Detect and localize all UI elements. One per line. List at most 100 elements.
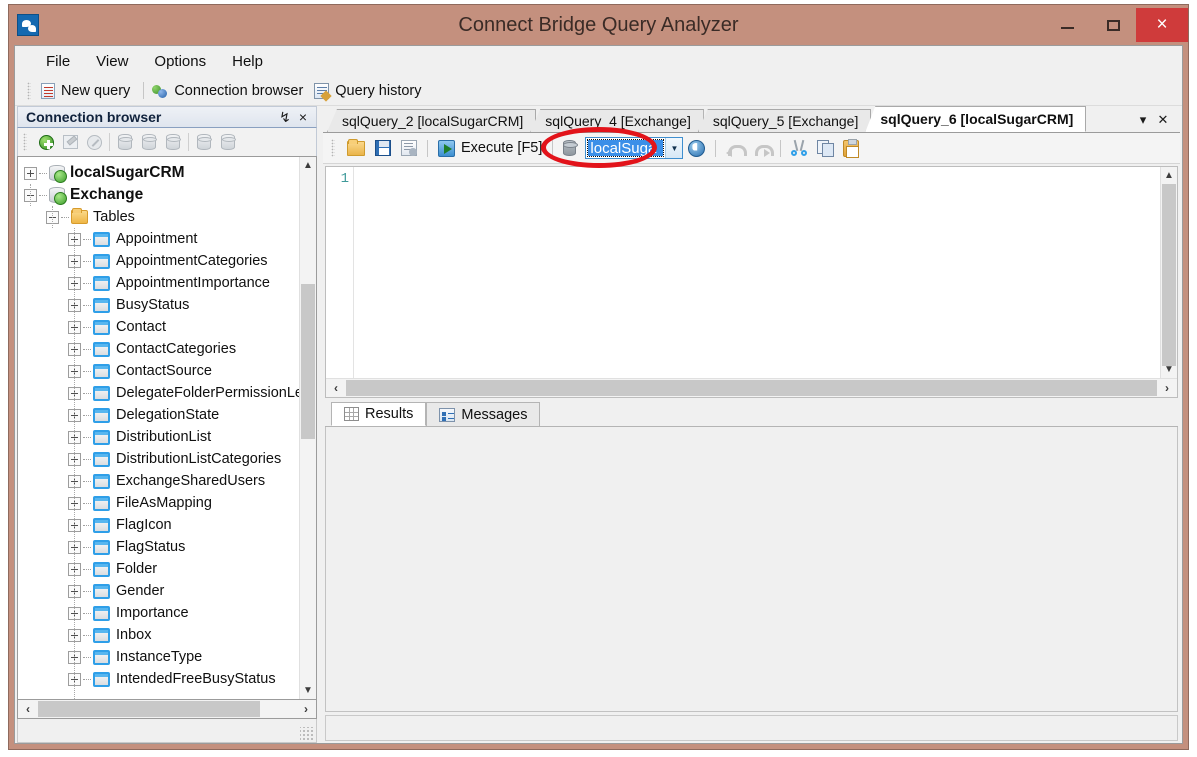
save-all-button[interactable] [396, 136, 422, 161]
tree-scroll-right-icon[interactable]: › [296, 700, 316, 718]
tree-node[interactable]: DistributionList [18, 426, 299, 448]
query-tab-3[interactable]: sqlQuery_6 [localSugarCRM] [865, 106, 1087, 132]
query-history-button[interactable]: Query history [311, 81, 429, 101]
tab-results[interactable]: Results [331, 402, 427, 426]
editor-scroll-left-icon[interactable]: ‹ [326, 379, 346, 397]
delete-connection-button[interactable] [82, 131, 106, 153]
tree-connector [83, 634, 91, 636]
sql-editor-input[interactable] [354, 167, 1160, 378]
tree-node[interactable]: AppointmentCategories [18, 250, 299, 272]
tree-node[interactable]: DelegationState [18, 404, 299, 426]
tree-hscroll-track[interactable] [38, 700, 296, 718]
save-button[interactable] [370, 136, 396, 161]
new-query-button[interactable]: New query [38, 81, 138, 101]
menu-item-file[interactable]: File [33, 50, 83, 73]
expand-icon[interactable] [24, 166, 37, 180]
editor-horizontal-scrollbar[interactable]: ‹ › [326, 378, 1177, 397]
tree-vertical-scrollbar[interactable]: ▲ ▼ [299, 157, 316, 699]
undo-button[interactable] [721, 136, 748, 161]
editor-hscroll-track[interactable] [346, 379, 1157, 397]
paste-button[interactable] [838, 136, 864, 161]
editor-scroll-right-icon[interactable]: › [1157, 379, 1177, 397]
editor-scroll-up-icon[interactable]: ▲ [1161, 167, 1177, 184]
execute-label: Execute [F5] [461, 140, 543, 156]
copy-button[interactable] [812, 136, 838, 161]
tree-node-label: ContactSource [116, 363, 212, 379]
edit-connection-button[interactable] [58, 131, 82, 153]
query-toolbar-grip[interactable] [331, 139, 335, 157]
editor-vscroll-thumb[interactable] [1162, 184, 1176, 366]
close-panel-icon[interactable]: × [294, 108, 312, 126]
editor-vscroll-track[interactable] [1161, 184, 1177, 366]
tab-close-icon[interactable]: ✕ [1154, 111, 1172, 129]
connection-browser-panel: Connection browser ↯ × localSugarCRM Exc… [17, 106, 317, 743]
pin-icon[interactable]: ↯ [276, 108, 294, 126]
maximize-button[interactable] [1090, 8, 1136, 42]
editor-hscroll-thumb[interactable] [346, 380, 1157, 396]
tree-node[interactable]: Folder [18, 558, 299, 580]
query-tab-1[interactable]: sqlQuery_4 [Exchange] [530, 109, 704, 132]
tree-scroll-left-icon[interactable]: ‹ [18, 700, 38, 718]
tab-messages[interactable]: Messages [426, 402, 541, 426]
toolbar-grip[interactable] [27, 81, 31, 100]
add-connection-button[interactable] [34, 131, 58, 153]
editor-vertical-scrollbar[interactable]: ▲ ▼ [1160, 167, 1177, 378]
tree-vscroll-thumb[interactable] [301, 284, 315, 439]
menu-item-help[interactable]: Help [219, 50, 276, 73]
tree-vscroll-track[interactable] [300, 174, 316, 682]
tree-node[interactable]: Inbox [18, 624, 299, 646]
tree-horizontal-scrollbar[interactable]: ‹ › [17, 700, 317, 719]
execute-button[interactable]: Execute [F5] [433, 136, 547, 161]
tab-list-icon[interactable]: ▾ [1134, 111, 1152, 129]
tree-node[interactable]: ExchangeSharedUsers [18, 470, 299, 492]
tree-node[interactable]: FlagIcon [18, 514, 299, 536]
tree-node[interactable]: Gender [18, 580, 299, 602]
results-grid[interactable] [325, 427, 1178, 712]
chevron-down-icon[interactable]: ▼ [665, 138, 683, 158]
refresh-connection-button[interactable] [683, 136, 710, 161]
menu-item-view[interactable]: View [83, 50, 141, 73]
tree-node[interactable]: ContactSource [18, 360, 299, 382]
tree-node[interactable]: FileAsMapping [18, 492, 299, 514]
redo-button[interactable] [748, 136, 775, 161]
tree-node[interactable]: Tables [18, 206, 299, 228]
connection-select-value[interactable]: localSuga [587, 139, 665, 157]
tree-node[interactable]: DelegateFolderPermissionLeve [18, 382, 299, 404]
resize-grip-icon[interactable] [300, 727, 313, 740]
tree-node[interactable]: Appointment [18, 228, 299, 250]
tree-node[interactable]: Exchange [18, 184, 299, 206]
database-export-button[interactable] [216, 131, 240, 153]
query-tab-2[interactable]: sqlQuery_5 [Exchange] [697, 109, 872, 132]
query-tab-0[interactable]: sqlQuery_2 [localSugarCRM] [327, 109, 537, 132]
folder-icon [71, 208, 88, 224]
disconnect-button[interactable] [137, 131, 161, 153]
tree-node[interactable]: Importance [18, 602, 299, 624]
menu-item-options[interactable]: Options [141, 50, 219, 73]
tree-node[interactable]: Contact [18, 316, 299, 338]
tree-node[interactable]: BusyStatus [18, 294, 299, 316]
tree-node[interactable]: InstanceType [18, 646, 299, 668]
tree-node[interactable]: AppointmentImportance [18, 272, 299, 294]
tree-node[interactable]: localSugarCRM [18, 162, 299, 184]
open-file-button[interactable] [342, 136, 370, 161]
tree-node[interactable]: DistributionListCategories [18, 448, 299, 470]
tree-scroll-down-icon[interactable]: ▼ [300, 682, 316, 699]
connection-tree[interactable]: localSugarCRM Exchange Tables Appointment Ap… [18, 157, 299, 699]
connect-button[interactable] [113, 131, 137, 153]
connection-browser-button[interactable]: Connection browser [149, 81, 311, 101]
tree-node[interactable]: FlagStatus [18, 536, 299, 558]
conn-toolbar-grip[interactable] [23, 133, 27, 151]
tree-node[interactable]: ContactCategories [18, 338, 299, 360]
table-icon [93, 363, 110, 379]
refresh-connection-button[interactable] [161, 131, 185, 153]
tree-hscroll-thumb[interactable] [38, 701, 260, 717]
close-button[interactable]: × [1136, 8, 1188, 42]
tree-scroll-up-icon[interactable]: ▲ [300, 157, 316, 174]
tree-node-label: AppointmentCategories [116, 253, 268, 269]
cut-button[interactable] [786, 136, 812, 161]
database-properties-button[interactable] [192, 131, 216, 153]
minimize-button[interactable] [1044, 8, 1090, 42]
tree-node[interactable]: IntendedFreeBusyStatus [18, 668, 299, 690]
cut-icon [791, 140, 808, 156]
connection-select[interactable]: localSuga ▼ [585, 137, 684, 159]
